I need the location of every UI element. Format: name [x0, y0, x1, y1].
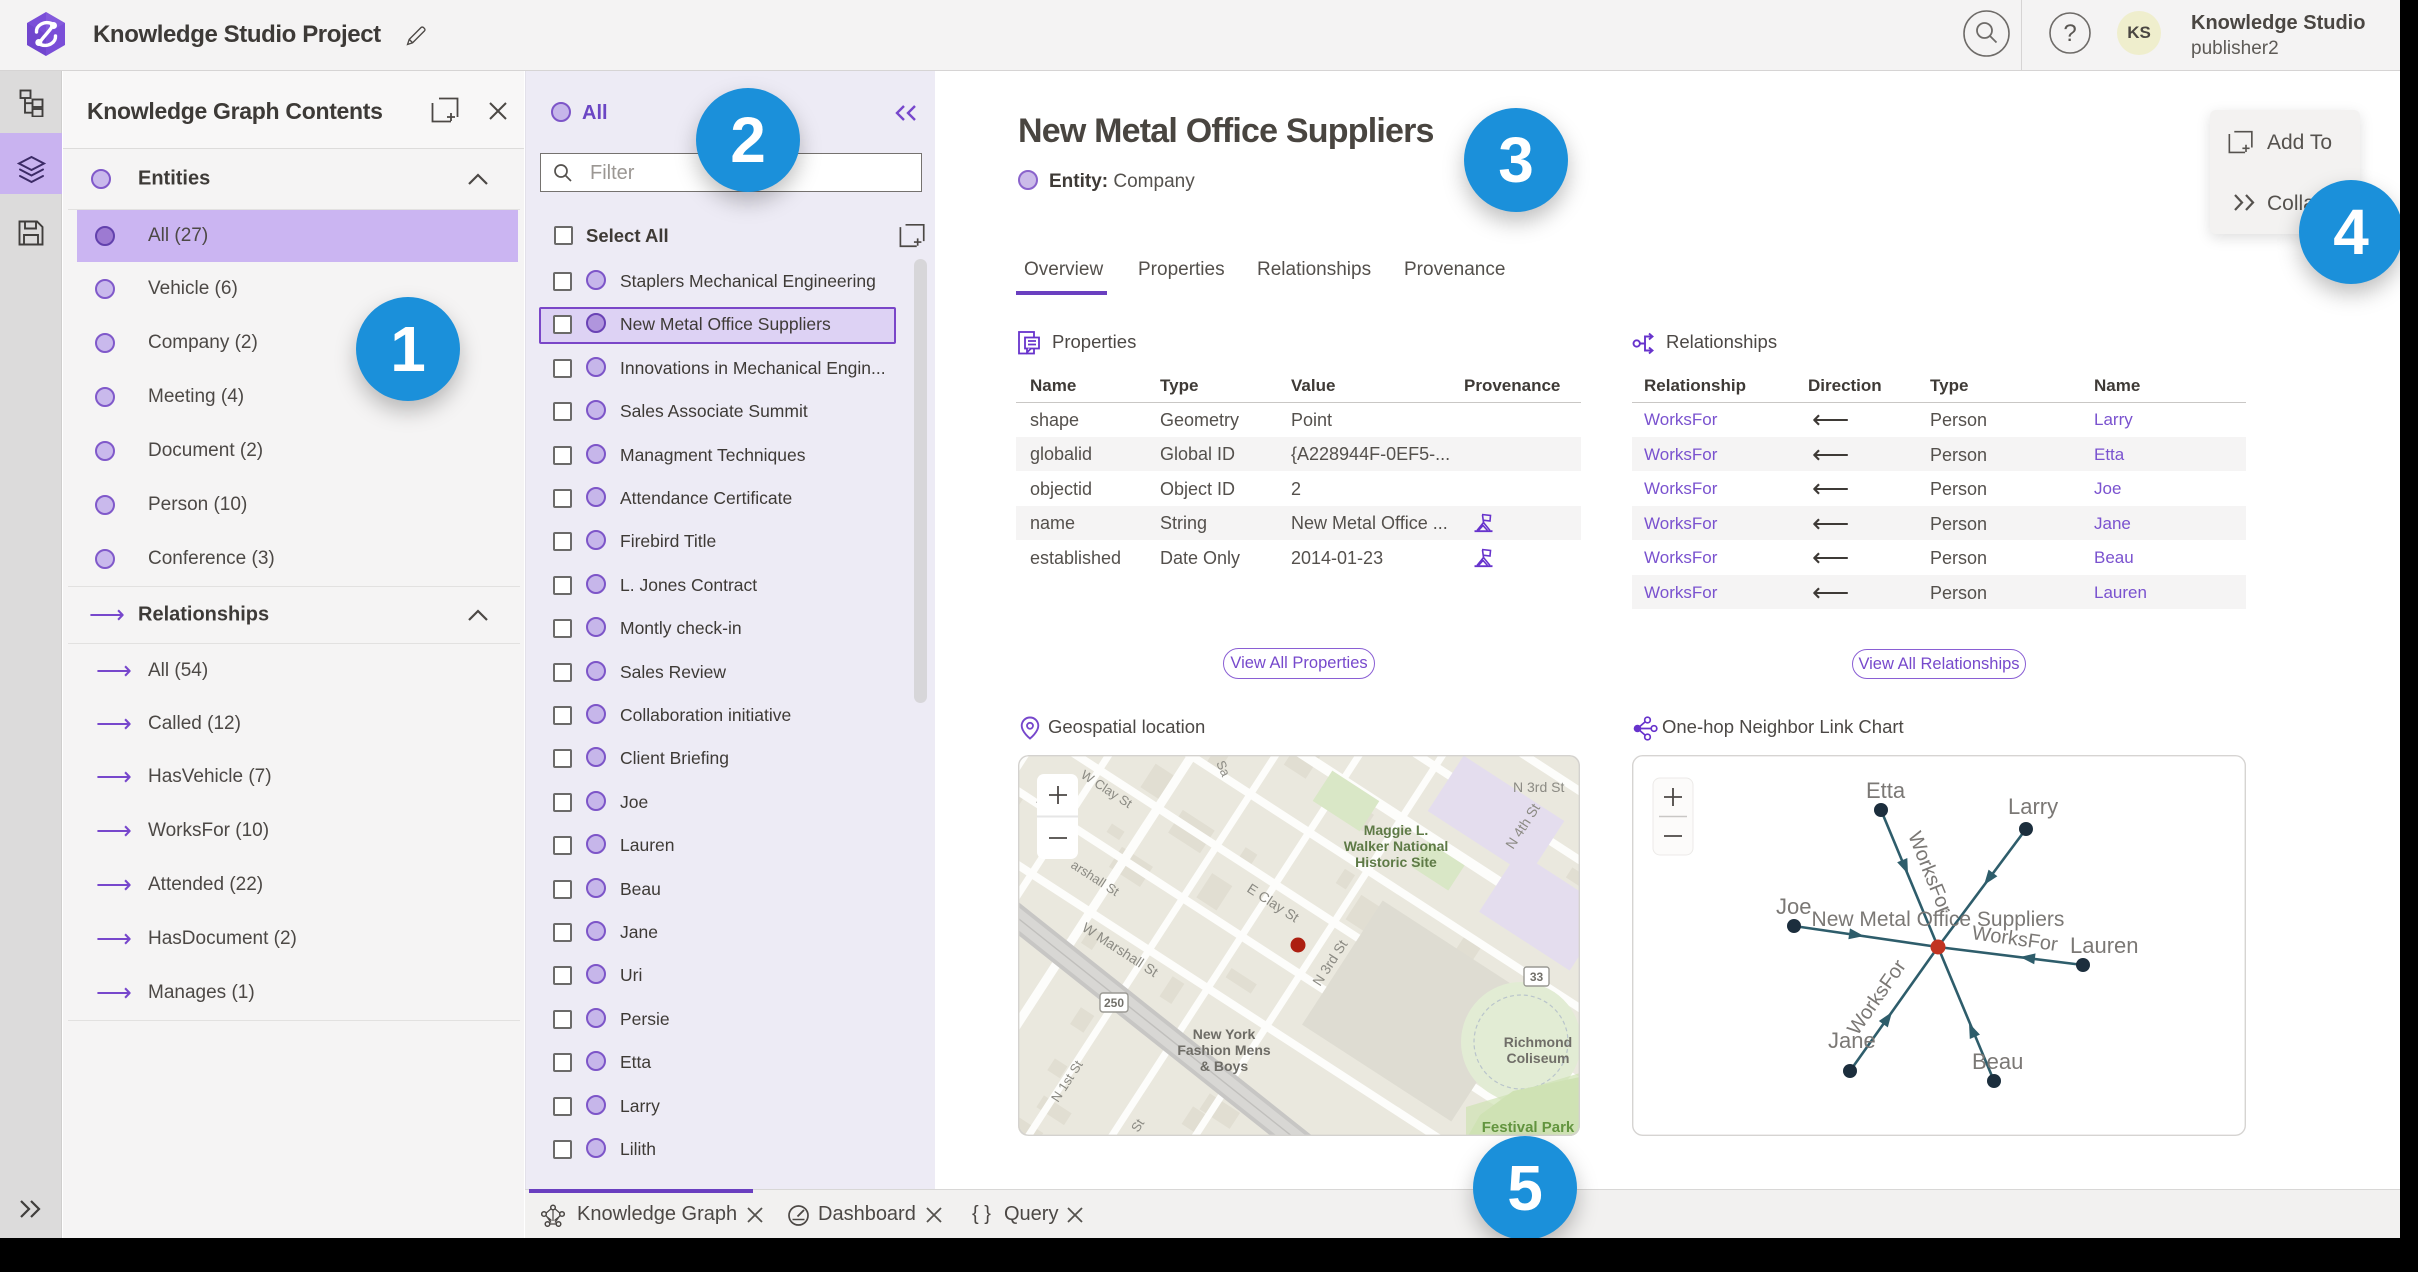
svg-text:N 3rd St: N 3rd St — [1513, 779, 1564, 795]
svg-text:33: 33 — [1530, 970, 1544, 984]
svg-text:Beau: Beau — [1972, 1049, 2023, 1074]
svg-text:Etta: Etta — [1866, 778, 1906, 803]
svg-text:?: ? — [2063, 20, 2076, 47]
svg-text:Coliseum: Coliseum — [1506, 1050, 1569, 1066]
svg-text:Historic Site: Historic Site — [1355, 854, 1437, 870]
svg-text:& Boys: & Boys — [1200, 1058, 1248, 1074]
svg-text:New York: New York — [1193, 1026, 1256, 1042]
svg-text:Joe: Joe — [1776, 894, 1811, 919]
svg-text:Maggie L.: Maggie L. — [1364, 822, 1429, 838]
svg-text:Fashion Mens: Fashion Mens — [1177, 1042, 1271, 1058]
svg-text:Lauren: Lauren — [2070, 933, 2139, 958]
svg-text:Festival Park: Festival Park — [1482, 1119, 1575, 1136]
svg-text:250: 250 — [1104, 996, 1124, 1010]
svg-text:Richmond: Richmond — [1504, 1034, 1572, 1050]
svg-text:Larry: Larry — [2008, 794, 2058, 819]
svg-text:Walker National: Walker National — [1344, 838, 1449, 854]
